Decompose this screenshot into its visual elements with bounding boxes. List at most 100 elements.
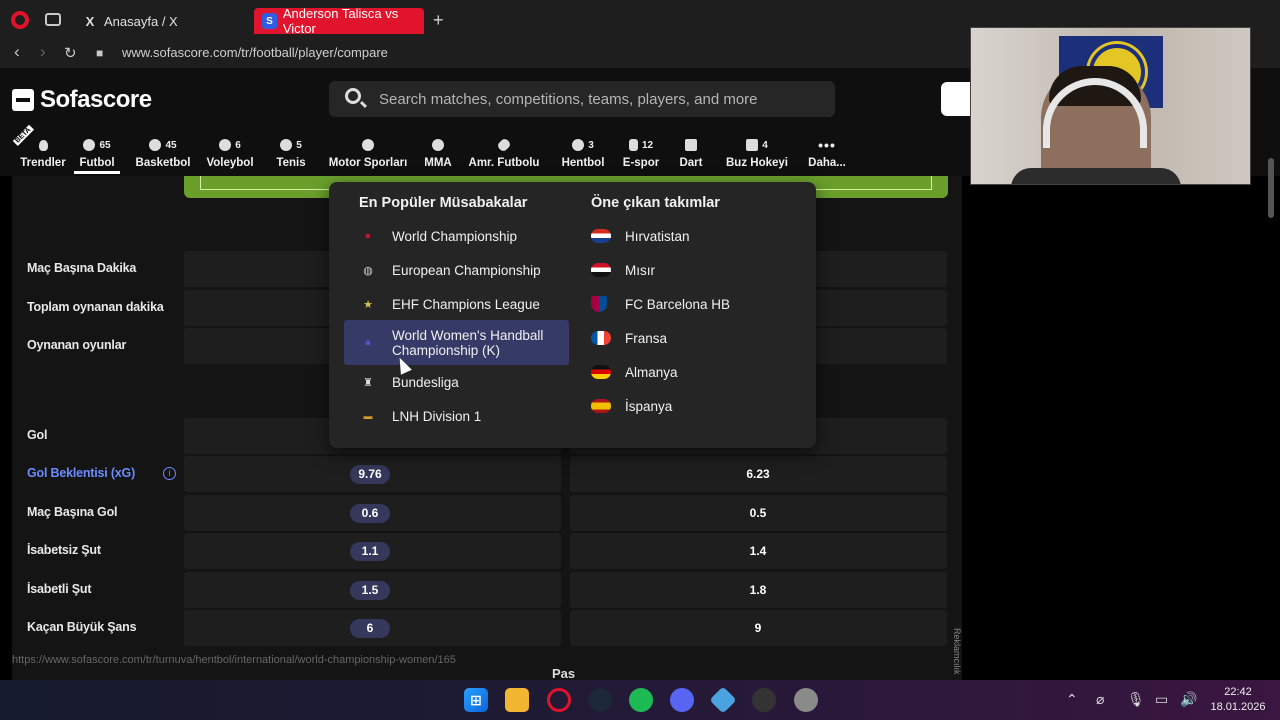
clock-time: 22:42 — [1224, 686, 1252, 698]
lock-icon: ■ — [96, 46, 104, 60]
team-item[interactable]: İspanya — [591, 389, 791, 423]
competition-item[interactable]: ★ EHF Champions League — [359, 287, 569, 321]
stat-label: Gol — [27, 428, 48, 442]
competition-item[interactable]: ◍ European Championship — [359, 253, 569, 287]
stat-value-left: 9.76 — [350, 465, 390, 484]
team-label: İspanya — [625, 398, 673, 414]
team-label: Hırvatistan — [625, 228, 690, 244]
competition-label: LNH Division 1 — [392, 408, 482, 424]
lnh-icon: ▬ — [363, 411, 373, 421]
browser-tab-x[interactable]: X Anasayfa / X — [74, 8, 254, 34]
sport-tab-dart[interactable]: Dart — [666, 128, 716, 174]
stat-value-right: 6.23 — [746, 467, 770, 481]
network-icon[interactable]: ⌀ — [1096, 691, 1104, 708]
info-icon[interactable]: i — [163, 467, 176, 480]
stat-row: İsabetli Şut 1.5 1.8 — [12, 571, 962, 609]
browser-tab-sofascore[interactable]: S Anderson Talisca vs Victor — [254, 6, 424, 36]
stat-label: İsabetsiz Şut — [27, 543, 101, 557]
croatia-flag-icon — [591, 229, 611, 243]
volume-icon[interactable]: 🔊 — [1180, 691, 1197, 708]
file-explorer-icon[interactable] — [505, 688, 529, 712]
competition-item[interactable]: ● World Championship — [359, 219, 569, 253]
app-icon[interactable] — [709, 686, 737, 714]
sport-tab-tenis[interactable]: 5 Tenis — [266, 128, 316, 174]
sports-nav: BETA Trendler 65 Futbol 45 Basketbol 6 V… — [0, 125, 860, 176]
stat-value-left: 6 — [350, 619, 390, 638]
forward-arrow-icon[interactable]: › — [40, 42, 46, 62]
search-icon — [345, 88, 361, 104]
stat-label-link[interactable]: Gol Beklentisi (xG) — [27, 466, 135, 480]
stat-value-right: 1.8 — [749, 583, 767, 597]
sport-label: Buz Hokeyi — [726, 157, 788, 169]
team-label: Fransa — [625, 330, 668, 346]
search-bar[interactable] — [329, 81, 835, 117]
sport-count: 65 — [99, 139, 111, 151]
webcam-overlay — [970, 27, 1251, 185]
sofascore-logo[interactable]: Sofascore — [12, 86, 152, 114]
team-item[interactable]: Almanya — [591, 355, 791, 389]
sport-tab-mma[interactable]: MMA — [412, 128, 464, 174]
discord-icon[interactable] — [670, 688, 694, 712]
new-tab-plus-icon[interactable]: + — [433, 10, 444, 31]
sport-label: Basketbol — [135, 157, 191, 169]
microphone-icon[interactable]: 🎙 — [1127, 691, 1145, 708]
stat-cell-left: 1.1 — [184, 533, 561, 569]
sport-tab-buz-hokeyi[interactable]: 4 Buz Hokeyi — [722, 128, 792, 174]
team-item[interactable]: FC Barcelona HB — [591, 287, 791, 321]
france-flag-icon — [591, 331, 611, 345]
reload-icon[interactable]: ↻ — [64, 44, 77, 62]
competition-item-highlighted[interactable]: ● World Women's Handball Championship (K… — [344, 320, 569, 365]
display-icon[interactable]: ▭ — [1155, 691, 1168, 708]
sport-label: Dart — [679, 157, 703, 169]
sport-tab-motor-sporlari[interactable]: Motor Sporları — [324, 128, 412, 174]
team-item[interactable]: Mısır — [591, 253, 791, 287]
competition-label: European Championship — [392, 262, 541, 278]
sport-tab-basketbol[interactable]: 45 Basketbol — [128, 128, 198, 174]
competition-label: World Championship — [392, 228, 518, 244]
european-championship-icon: ◍ — [363, 264, 373, 277]
stat-value-left: 1.1 — [350, 542, 390, 561]
settings-gear-icon[interactable] — [794, 688, 818, 712]
stat-value-right: 1.4 — [749, 544, 767, 558]
fire-icon — [38, 139, 48, 151]
opera-taskbar-icon[interactable] — [547, 688, 571, 712]
dropdown-heading-teams: Öne çıkan takımlar — [591, 195, 720, 211]
stat-row: Maç Başına Gol 0.6 0.5 — [12, 494, 962, 532]
sport-tab-amr-futbolu[interactable]: Amr. Futbolu — [464, 128, 544, 174]
url-field[interactable]: www.sofascore.com/tr/football/player/com… — [122, 45, 388, 60]
hockey-icon — [746, 139, 759, 151]
system-clock[interactable]: 22:42 18.01.2026 — [1208, 685, 1268, 715]
tab-switcher-icon[interactable] — [45, 13, 61, 26]
team-item[interactable]: Fransa — [591, 321, 791, 355]
sport-tab-e-spor[interactable]: 12 E-spor — [616, 128, 666, 174]
sport-tab-hentbol[interactable]: 3 Hentbol — [550, 128, 616, 174]
sport-tab-voleybol[interactable]: 6 Voleybol — [198, 128, 262, 174]
world-championship-icon: ● — [364, 230, 372, 242]
obs-icon[interactable] — [752, 688, 776, 712]
sport-label: Futbol — [79, 157, 115, 169]
competition-item[interactable]: ♜ Bundesliga — [359, 365, 569, 399]
search-input[interactable] — [379, 81, 819, 117]
spotify-icon[interactable] — [629, 688, 653, 712]
clock-date: 18.01.2026 — [1210, 701, 1266, 713]
sofascore-mark-icon — [12, 89, 34, 111]
competition-label: World Women's Handball Championship (K) — [392, 327, 544, 358]
opera-logo-icon[interactable] — [11, 11, 29, 29]
steam-icon[interactable] — [588, 688, 612, 712]
bundesliga-icon: ♜ — [363, 376, 373, 389]
team-item[interactable]: Hırvatistan — [591, 219, 791, 253]
sport-tab-futbol[interactable]: 65 Futbol — [74, 128, 120, 174]
sport-count: 12 — [641, 139, 654, 151]
team-label: FC Barcelona HB — [625, 296, 731, 312]
sport-count: 6 — [235, 139, 241, 151]
page-scrollbar[interactable] — [1268, 158, 1274, 218]
glove-icon — [432, 139, 444, 151]
tray-chevron-up-icon[interactable]: ⌃ — [1066, 691, 1078, 708]
windows-start-icon[interactable]: ⊞ — [464, 688, 488, 712]
back-arrow-icon[interactable]: ‹ — [14, 42, 20, 62]
barcelona-crest-icon — [591, 296, 607, 312]
team-label: Mısır — [625, 262, 655, 278]
competition-item[interactable]: ▬ LNH Division 1 — [359, 399, 569, 433]
sport-tab-daha[interactable]: ••• Daha... — [794, 128, 860, 174]
stat-cell-left: 6 — [184, 610, 561, 646]
